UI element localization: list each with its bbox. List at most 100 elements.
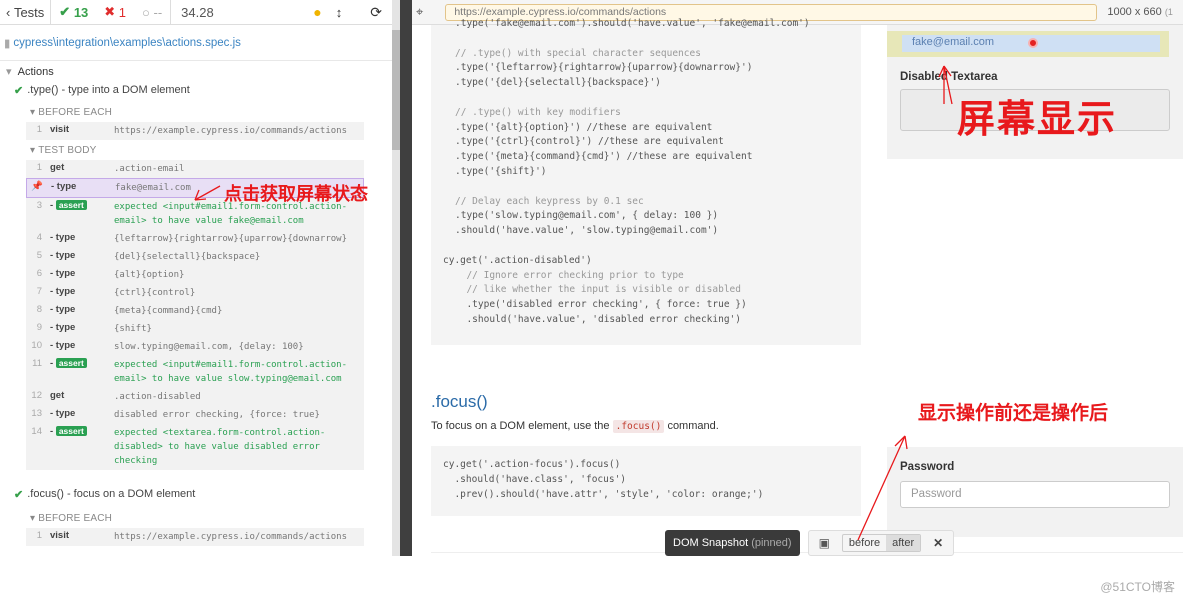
command-name: get xyxy=(50,390,65,401)
command-name: - type xyxy=(50,408,76,419)
code-line: // .type() with key modifiers xyxy=(455,106,621,118)
annotation-click-state: 点击获取屏幕状态 xyxy=(224,184,368,204)
command-number: 1 xyxy=(36,530,42,541)
command-row[interactable]: 12 get .action-disabled xyxy=(26,388,364,406)
hook-commands-2: 1 visit https://example.cypress.io/command… xyxy=(26,528,364,546)
command-row[interactable]: 5 - type {del}{selectall}{backspace} xyxy=(26,248,364,266)
code-line: // Delay each keypress by 0.1 sec xyxy=(455,195,644,207)
after-button[interactable]: after xyxy=(886,535,921,551)
test-title-focus[interactable]: ✔ .focus() - focus on a DOM element xyxy=(0,484,392,504)
code-line: .prev().should('have.attr', 'style', 'co… xyxy=(443,488,764,500)
focus-description: To focus on a DOM element, use the .focu… xyxy=(431,420,719,433)
code-line: .should('have.value', 'disabled error ch… xyxy=(455,313,741,325)
command-number: 3 xyxy=(36,200,42,211)
command-row[interactable]: 6 - type {alt}{option} xyxy=(26,266,364,284)
command-name: - type xyxy=(50,304,76,315)
annotation-before-after: 显示操作前还是操作后 xyxy=(918,403,1109,424)
suite-title[interactable]: ▾ Actions xyxy=(0,61,392,78)
command-row[interactable]: 1 get .action-email xyxy=(26,160,364,178)
scrollbar-thumb[interactable] xyxy=(392,30,400,150)
command-row[interactable]: 9 - type {shift} xyxy=(26,320,364,338)
hook-before-each-2[interactable]: ▾ BEFORE EACH xyxy=(0,508,392,528)
command-message: {leftarrow}{rightarrow}{uparrow}{downarr… xyxy=(114,234,347,244)
passed-count: ✔ 13 xyxy=(59,4,89,20)
command-row[interactable]: 4 - type {leftarrow}{rightarrow}{uparrow}{… xyxy=(26,230,364,248)
command-number: 11 xyxy=(32,358,42,369)
command-row[interactable]: 11 - assert expected <input#email1.form-co… xyxy=(26,356,364,388)
hook-commands: 1 visit https://example.cypress.io/command… xyxy=(26,122,364,140)
command-name: - type xyxy=(50,286,76,297)
command-number: 4 xyxy=(36,232,42,243)
command-row[interactable]: 7 - type {ctrl}{control} xyxy=(26,284,364,302)
command-message: {shift} xyxy=(114,324,152,334)
app-under-test: ⌖ https://example.cypress.io/commands/ac… xyxy=(412,0,1183,556)
running-dot-icon: ● xyxy=(313,4,322,20)
failed-count: ✖ 1 xyxy=(104,4,127,20)
circle-icon: ○ xyxy=(142,4,154,20)
command-row[interactable]: 10 - type slow.typing@email.com, {delay: 1… xyxy=(26,338,364,356)
caret-down-icon: ▾ xyxy=(6,66,18,78)
caret-down-icon: ▾ xyxy=(30,106,39,118)
command-row[interactable]: 13 - type disabled error checking, {force:… xyxy=(26,406,364,424)
tests-button[interactable]: ‹ Tests xyxy=(0,0,52,25)
code-line: .should('have.class', 'focus') xyxy=(443,473,627,485)
restart-icon[interactable]: ⟳ xyxy=(370,4,382,21)
close-icon[interactable]: ✕ xyxy=(927,536,949,550)
command-name: - type xyxy=(50,268,76,279)
panel-resize-handle[interactable] xyxy=(392,0,400,556)
command-row[interactable]: 1 visit https://example.cypress.io/command… xyxy=(26,528,364,546)
code-line: // Ignore error checking prior to type xyxy=(455,269,684,281)
test-title-type[interactable]: ✔ .type() - type into a DOM element xyxy=(0,80,392,100)
spec-path[interactable]: ▮ cypress\integration\examples\actions.sp… xyxy=(0,25,392,61)
auto-scroll-icon[interactable]: ↕ xyxy=(336,5,343,20)
command-message: .action-disabled xyxy=(114,392,201,402)
pending-count: ○ -- xyxy=(142,4,163,20)
command-number: 5 xyxy=(36,250,42,261)
command-name: get xyxy=(50,162,65,173)
command-number: 13 xyxy=(31,408,42,419)
command-message: https://example.cypress.io/commands/acti… xyxy=(114,126,347,136)
hook-before-each[interactable]: ▾ BEFORE EACH xyxy=(0,102,392,122)
before-after-toggle: before after xyxy=(841,534,922,552)
assert-badge: assert xyxy=(55,426,87,436)
code-line: .type('{meta}{command}{cmd}') //these ar… xyxy=(455,151,753,163)
check-icon: ✔ xyxy=(59,4,74,19)
password-input[interactable]: Password xyxy=(900,481,1170,508)
before-button[interactable]: before xyxy=(843,535,886,551)
command-number: 1 xyxy=(36,124,42,135)
command-name: - type xyxy=(51,181,77,192)
focus-section-title: .focus() xyxy=(431,392,488,411)
command-message: .action-email xyxy=(114,164,185,174)
highlight-toggle-icon[interactable]: ▣ xyxy=(813,536,836,550)
command-number: 9 xyxy=(36,322,42,333)
code-line: .type('{ctrl}{control}') //these are equ… xyxy=(455,136,724,148)
check-icon: ✔ xyxy=(14,488,24,501)
command-number: 14 xyxy=(31,426,42,437)
command-message: disabled error checking, {force: true} xyxy=(114,410,320,420)
command-message: expected <textarea.form-control.action-d… xyxy=(114,428,326,466)
code-block-type: .type('fake@email.com').should('have.val… xyxy=(431,18,861,345)
command-number: 10 xyxy=(31,340,42,351)
command-message: {del}{selectall}{backspace} xyxy=(114,252,261,262)
annotation-screen-display: 屏幕显示 xyxy=(957,99,1118,141)
chevron-left-icon: ‹ xyxy=(6,4,14,20)
command-row[interactable]: 8 - type {meta}{command}{cmd} xyxy=(26,302,364,320)
selector-playground-icon[interactable]: ⌖ xyxy=(416,4,423,20)
disabled-textarea-label: Disabled Textarea xyxy=(900,71,998,83)
command-row[interactable]: 14 - assert expected <textarea.form-contro… xyxy=(26,424,364,470)
stats-bar: ‹ Tests ✔ 13 ✖ 1 ○ -- 34.28 ● ↕ ⟳ xyxy=(0,0,392,25)
command-name: - assert xyxy=(50,426,114,437)
test-body-commands: 1 get .action-email 📌 - type fake@email.com 3-… xyxy=(26,160,364,470)
code-line: .type('fake@email.com').should('have.val… xyxy=(455,18,810,29)
code-line: // .type() with special character sequen… xyxy=(455,47,701,59)
hook-test-body[interactable]: ▾ TEST BODY xyxy=(0,140,392,160)
code-line: .type('disabled error checking', { force… xyxy=(455,299,747,311)
command-number: 6 xyxy=(36,268,42,279)
pin-icon: 📌 xyxy=(31,181,43,192)
code-line: .type('{shift}') xyxy=(455,165,547,177)
snapshot-label: DOM Snapshot (pinned) xyxy=(665,530,800,556)
command-row[interactable]: 1 visit https://example.cypress.io/command… xyxy=(26,122,364,140)
snapshot-controls: ▣ before after ✕ xyxy=(807,530,955,556)
command-message: slow.typing@email.com, {delay: 100} xyxy=(114,342,304,352)
